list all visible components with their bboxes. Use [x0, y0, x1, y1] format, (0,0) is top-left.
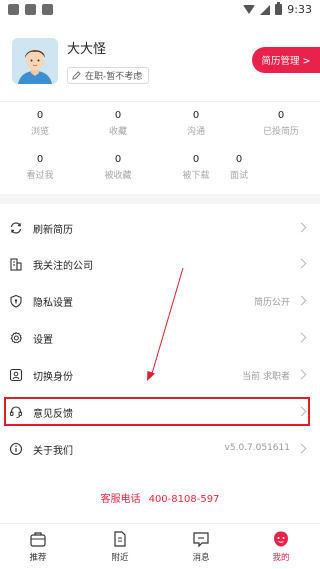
stat-value: 0	[235, 154, 243, 165]
menu-label: 刷新简历	[33, 225, 73, 236]
stat-value: 0	[277, 110, 285, 121]
hotline-label: 客服电话	[100, 494, 141, 505]
menu-item-refresh-resume[interactable]: 刷新简历	[0, 210, 320, 246]
stat-value: 0	[114, 110, 122, 121]
stat-applied[interactable]: 0 已投简历	[241, 110, 320, 137]
menu-label: 切换身份	[33, 372, 73, 383]
clock: 9:33	[287, 3, 312, 16]
hotline-number: 400-8108-597	[148, 494, 220, 505]
avatar-illustration	[12, 38, 58, 84]
stat-label: 看过我	[26, 171, 54, 181]
stat-label: 被收藏	[104, 171, 132, 181]
refresh-icon	[8, 220, 24, 236]
gear-icon	[8, 330, 24, 346]
profile-icon	[272, 530, 290, 548]
bottom-navigation: 推荐 附近 消息 我的	[0, 523, 320, 569]
tab-mine[interactable]: 我的	[261, 530, 301, 563]
stat-viewed-me[interactable]: 0 看过我	[0, 154, 80, 181]
divider	[0, 101, 320, 102]
section-gap	[0, 194, 320, 204]
stat-label: 沟通	[186, 127, 205, 137]
chevron-right-icon	[296, 332, 307, 343]
info-icon	[8, 441, 24, 457]
menu-item-about-us[interactable]: 关于我们 v5.0.7.051611	[0, 431, 320, 467]
bag-icon	[29, 530, 47, 548]
chevron-right-icon	[296, 443, 307, 454]
stat-interviews[interactable]: 0 面试	[199, 154, 279, 181]
tab-nearby[interactable]: 附近	[100, 530, 140, 563]
tab-label: 我的	[272, 553, 290, 563]
building-icon	[8, 256, 24, 272]
switch-identity-icon	[8, 367, 24, 383]
menu-item-switch-identity[interactable]: 切换身份 当前 求职者	[0, 357, 320, 393]
menu-label: 设置	[33, 335, 53, 346]
stat-label: 已投简历	[262, 127, 299, 137]
notification-icon	[25, 4, 36, 15]
system-status: 9:33	[243, 2, 312, 16]
stat-value: 0	[36, 154, 44, 165]
tab-messages[interactable]: 消息	[181, 530, 221, 563]
stat-views[interactable]: 0 浏览	[0, 110, 80, 137]
menu-item-privacy-settings[interactable]: 隐私设置 简历公开	[0, 283, 320, 319]
stat-communications[interactable]: 0 沟通	[156, 110, 236, 137]
resume-management-button[interactable]: 简历管理 >	[252, 47, 320, 73]
menu-value: 当前 求职者	[242, 372, 290, 382]
menu-value: v5.0.7.051611	[224, 443, 290, 453]
chevron-right-icon	[296, 258, 307, 269]
chat-icon	[192, 530, 210, 548]
wifi-icon	[243, 5, 256, 14]
stat-favorited[interactable]: 0 被收藏	[78, 154, 158, 181]
stat-favorites[interactable]: 0 收藏	[78, 110, 158, 137]
customer-service-hotline[interactable]: 客服电话 400-8108-597	[0, 490, 320, 505]
notification-icon	[8, 4, 19, 15]
status-bar: 9:33	[0, 0, 320, 22]
stat-value: 0	[114, 154, 122, 165]
document-icon	[111, 530, 129, 548]
stat-label: 浏览	[30, 127, 49, 137]
notification-icon	[42, 4, 53, 15]
stat-label: 收藏	[108, 127, 127, 137]
menu-label: 隐私设置	[33, 298, 73, 309]
pencil-icon	[72, 71, 81, 80]
battery-icon	[275, 2, 283, 15]
job-status-chip[interactable]: 在职-暂不考虑	[67, 67, 150, 84]
menu-item-followed-companies[interactable]: 我关注的公司	[0, 246, 320, 282]
tab-label: 推荐	[29, 553, 47, 563]
job-status-label: 在职-暂不考虑	[85, 72, 143, 82]
menu-value: 简历公开	[253, 298, 290, 308]
stat-value: 0	[36, 110, 44, 121]
user-name: 大大怪	[67, 42, 107, 57]
highlight-box	[4, 397, 310, 426]
menu-label: 关于我们	[33, 446, 73, 457]
stat-label: 面试	[229, 171, 248, 181]
chevron-right-icon	[296, 369, 307, 380]
tab-recommend[interactable]: 推荐	[18, 530, 58, 563]
menu-item-settings[interactable]: 设置	[0, 320, 320, 356]
tab-label: 附近	[111, 553, 129, 563]
signal-icon	[260, 4, 271, 15]
stat-value: 0	[192, 110, 200, 121]
chevron-right-icon	[296, 295, 307, 306]
avatar[interactable]	[12, 38, 58, 84]
menu-label: 我关注的公司	[33, 261, 93, 272]
chevron-right-icon	[296, 222, 307, 233]
shield-icon	[8, 293, 24, 309]
notification-icons	[8, 4, 53, 15]
tab-label: 消息	[192, 553, 210, 563]
